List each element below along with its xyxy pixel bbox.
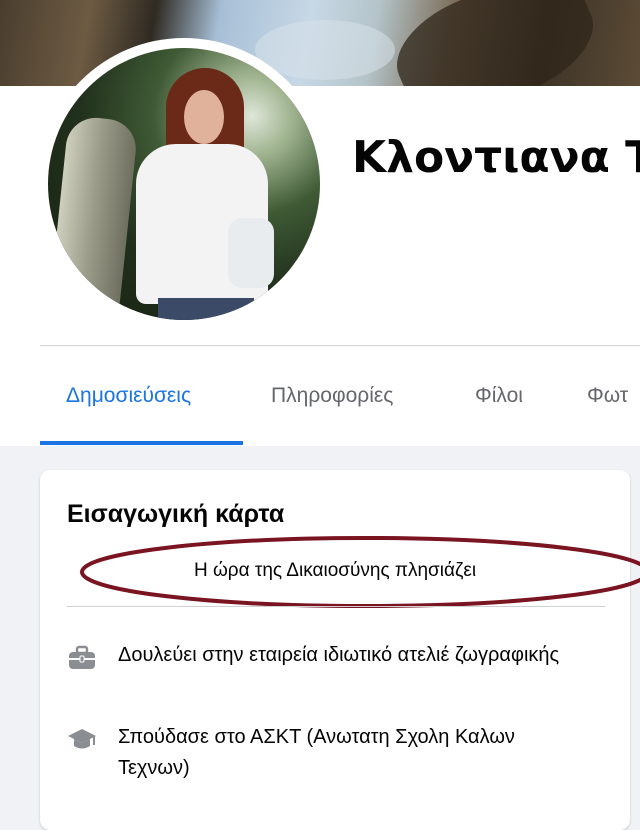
intro-item-education-text: Σπούδασε στο ΑΣΚΤ (Ανωτατη Σχολη Καλων Τ… bbox=[118, 726, 515, 779]
tab-posts[interactable]: Δημοσιεύσεις bbox=[66, 384, 191, 408]
tab-photos[interactable]: Φωτ bbox=[587, 384, 628, 408]
intro-divider bbox=[67, 606, 605, 607]
avatar-face bbox=[184, 90, 224, 144]
intro-card-title: Εισαγωγική κάρτα bbox=[67, 500, 285, 528]
tab-friends[interactable]: Φίλοι bbox=[475, 384, 523, 408]
avatar-arm bbox=[228, 218, 274, 288]
intro-item-work-text: Δουλεύει στην εταιρεία ιδιωτικό ατελιέ ζ… bbox=[118, 644, 560, 666]
briefcase-icon bbox=[69, 645, 95, 669]
profile-name: Κλοντιανα Τ bbox=[352, 132, 640, 183]
avatar-pants bbox=[158, 298, 254, 320]
graduation-cap-icon bbox=[68, 729, 96, 749]
intro-bio: Η ώρα της Δικαιοσύνης πλησιάζει bbox=[193, 560, 477, 581]
cover-foliage bbox=[381, 0, 609, 86]
tab-about[interactable]: Πληροφορίες bbox=[271, 384, 393, 408]
avatar-tree-trunk bbox=[48, 114, 139, 320]
profile-avatar[interactable] bbox=[48, 48, 320, 320]
intro-card: Εισαγωγική κάρτα Η ώρα της Δικαιοσύνης π… bbox=[40, 470, 640, 830]
active-tab-indicator bbox=[40, 441, 243, 445]
profile-tabs: Δημοσιεύσεις Πληροφορίες Φίλοι Φωτ bbox=[40, 346, 640, 444]
